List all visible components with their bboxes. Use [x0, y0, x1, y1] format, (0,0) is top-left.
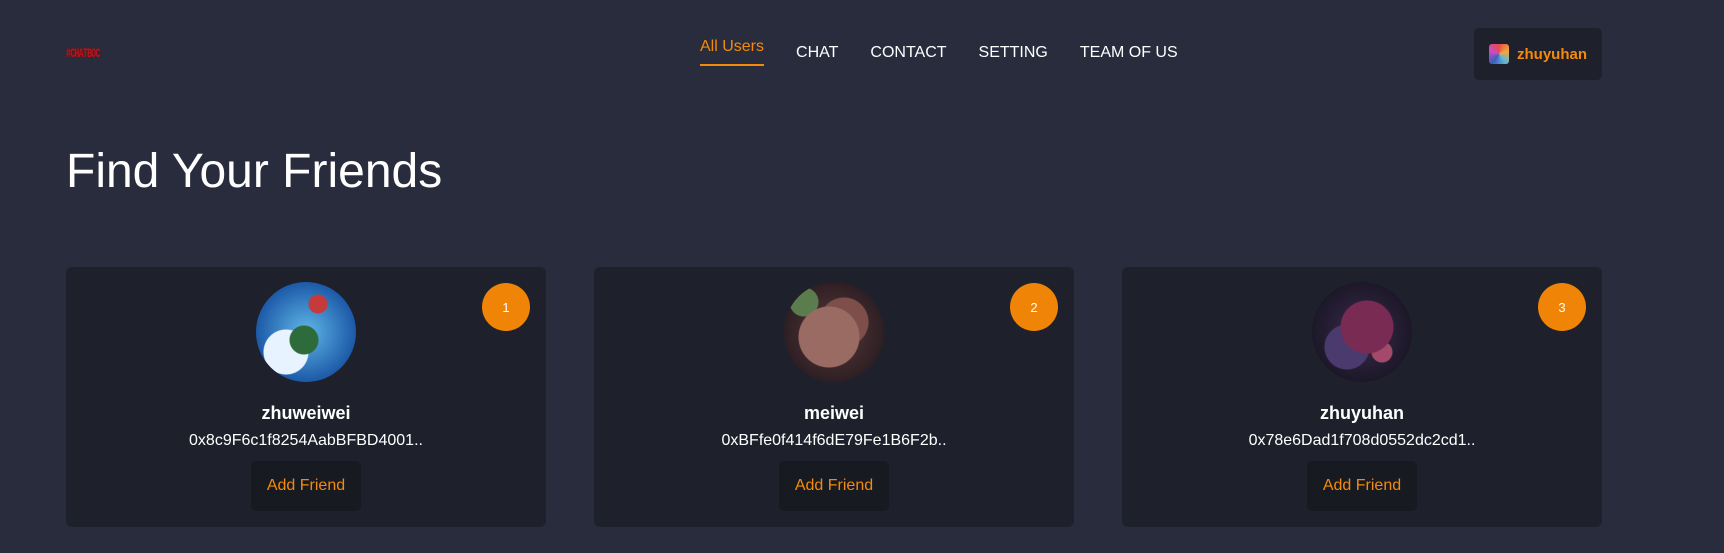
page: #CHATBOC All Users CHAT CONTACT SETTING …: [0, 0, 1724, 553]
nav-chat[interactable]: CHAT: [796, 38, 838, 62]
nav-all-users[interactable]: All Users: [700, 38, 765, 66]
user-avatar: [784, 282, 884, 382]
user-name: zhuweiwei: [261, 403, 351, 423]
add-friend-button[interactable]: Add Friend: [1307, 461, 1417, 511]
user-card-list: 1 zhuweiwei 0x8c9F6c1f8254AabBFBD4001.. …: [66, 267, 1602, 527]
logo[interactable]: #CHATBOC: [66, 36, 100, 70]
user-card: 1 zhuweiwei 0x8c9F6c1f8254AabBFBD4001.. …: [66, 267, 546, 527]
user-avatar: [256, 282, 356, 382]
current-user-button[interactable]: zhuyuhan: [1474, 28, 1602, 80]
user-avatar-icon: [1489, 44, 1509, 64]
wallet-address: 0x8c9F6c1f8254AabBFBD4001..: [189, 432, 423, 449]
user-card: 2 meiwei 0xBFfe0f414f6dE79Fe1B6F2b.. Add…: [594, 267, 1074, 527]
current-user-name: zhuyuhan: [1517, 45, 1587, 63]
page-title: Find Your Friends: [66, 145, 443, 198]
nav-setting[interactable]: SETTING: [979, 38, 1048, 62]
add-friend-button[interactable]: Add Friend: [251, 461, 361, 511]
user-avatar: [1312, 282, 1412, 382]
user-name: meiwei: [803, 403, 865, 423]
nav-team-of-us[interactable]: TEAM OF US: [1080, 38, 1178, 62]
user-name: zhuyuhan: [1320, 403, 1404, 423]
add-friend-button[interactable]: Add Friend: [779, 461, 889, 511]
user-card: 3 zhuyuhan 0x78e6Dad1f708d0552dc2cd1.. A…: [1122, 267, 1602, 527]
rank-badge: 1: [482, 283, 530, 331]
wallet-address: 0x78e6Dad1f708d0552dc2cd1..: [1248, 432, 1476, 449]
nav-contact[interactable]: CONTACT: [870, 38, 946, 62]
rank-badge: 2: [1010, 283, 1058, 331]
wallet-address: 0xBFfe0f414f6dE79Fe1B6F2b..: [721, 432, 947, 449]
rank-badge: 3: [1538, 283, 1586, 331]
main-nav: All Users CHAT CONTACT SETTING TEAM OF U…: [700, 38, 1210, 66]
